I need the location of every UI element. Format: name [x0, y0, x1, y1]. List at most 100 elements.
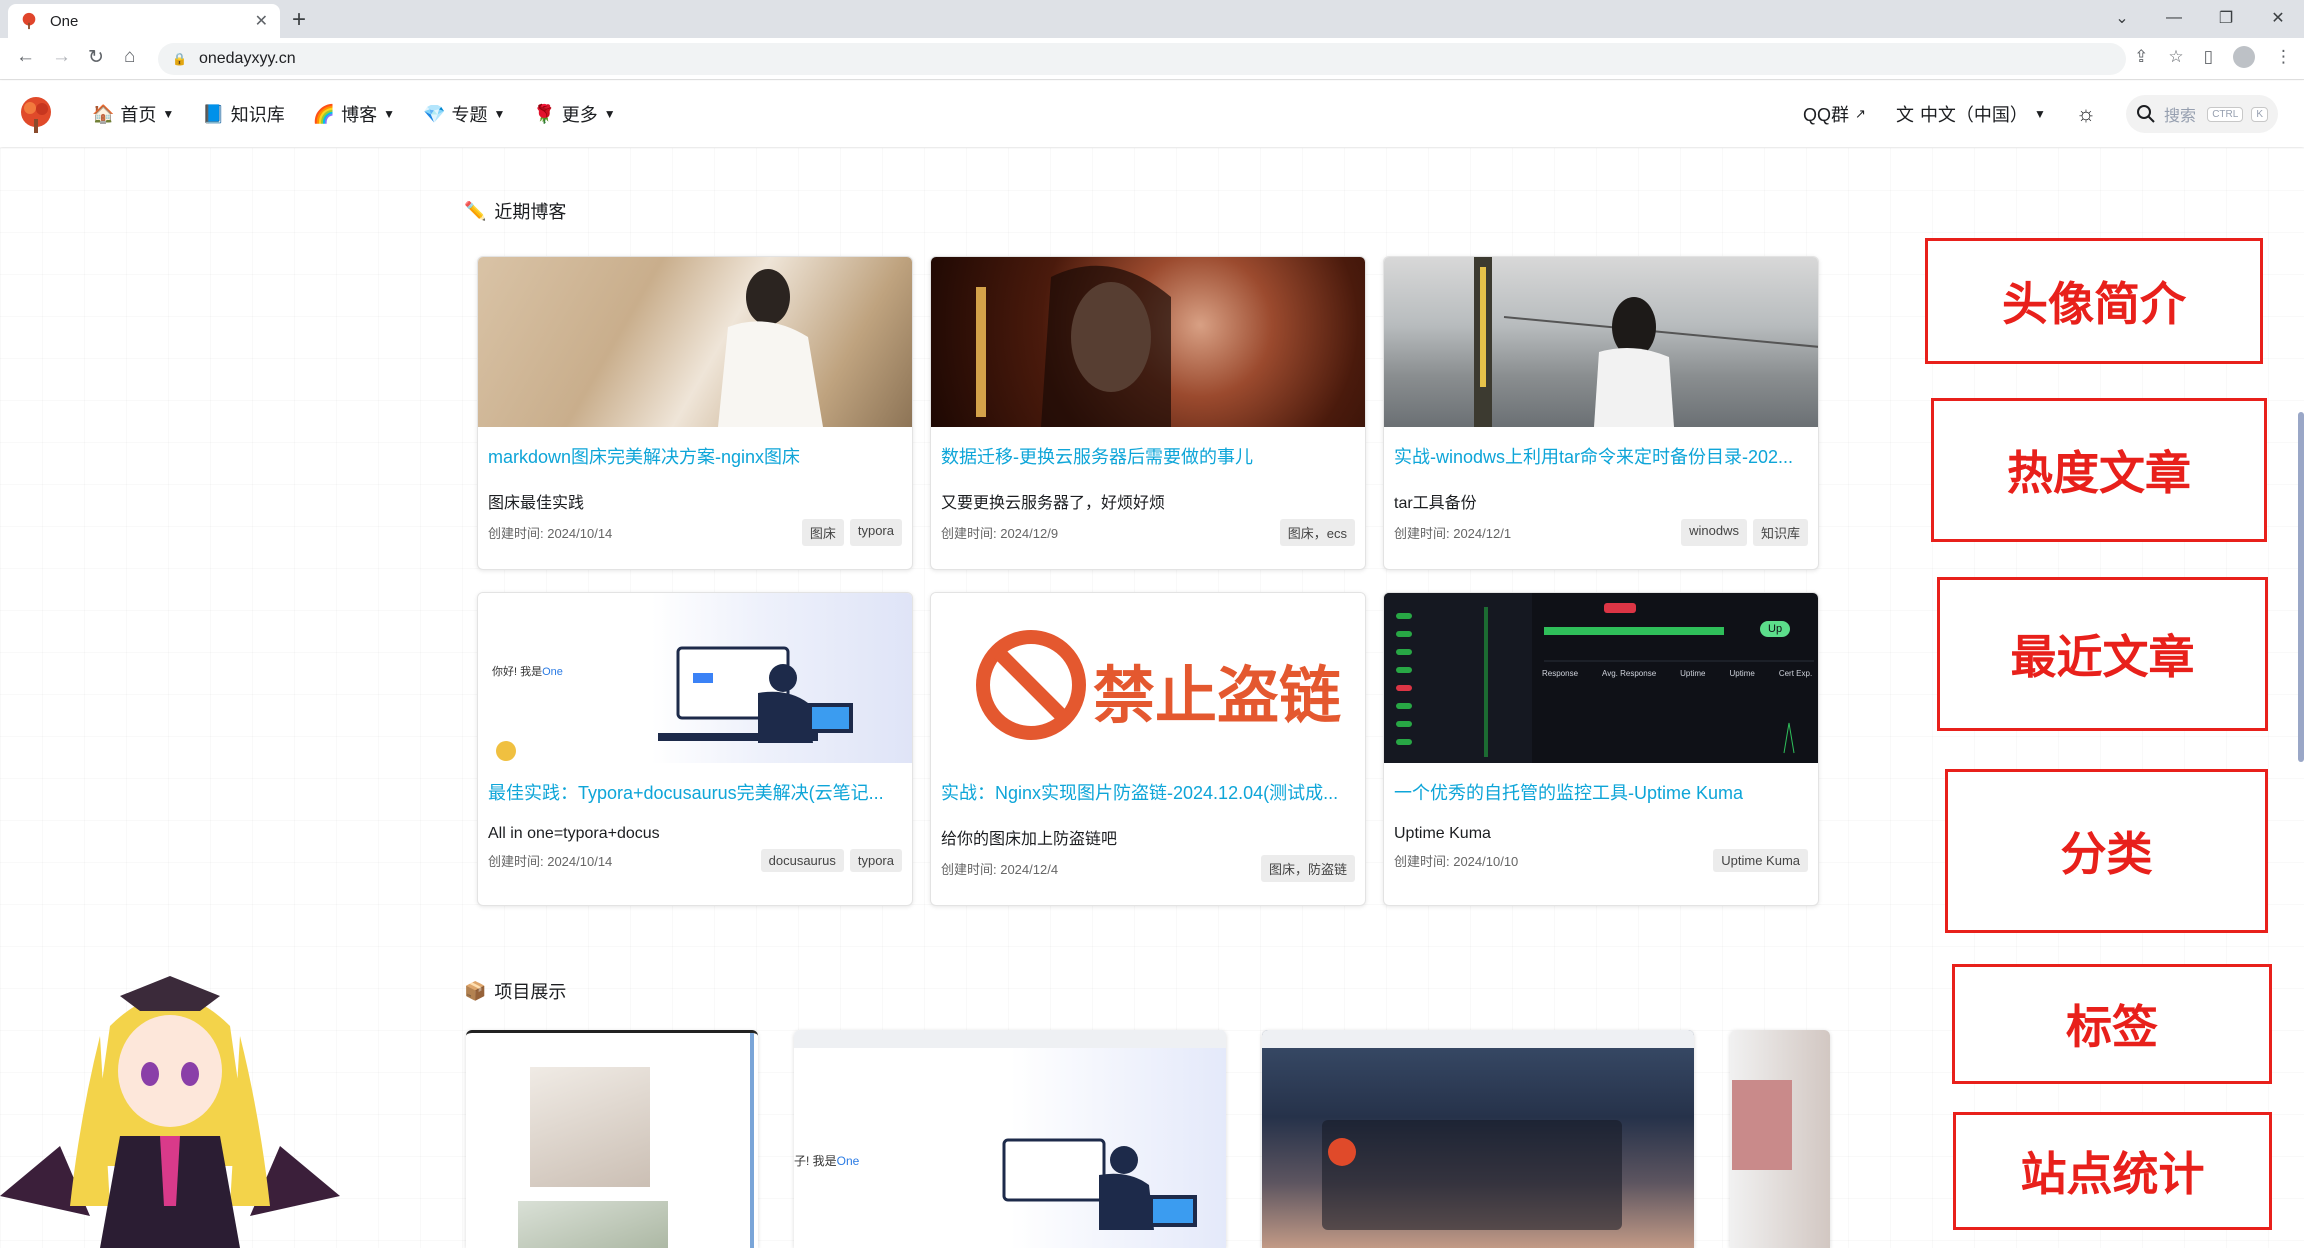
browser-tab[interactable]: One ✕: [8, 4, 280, 38]
gem-icon: 💎: [423, 103, 446, 124]
pencil-icon: ✏️: [464, 200, 487, 221]
tag-badge[interactable]: 图床，防盗链: [1260, 855, 1355, 882]
card-title-link[interactable]: 实战：Nginx实现图片防盗链-2024.12.04(测试成...: [941, 779, 1355, 805]
nav-item-knowledge[interactable]: 📘 知识库: [202, 101, 284, 127]
blog-card[interactable]: markdown图床完美解决方案-nginx图床 图床最佳实践 创建时间: 20…: [477, 256, 913, 570]
card-date: 创建时间: 2024/12/4: [941, 862, 1059, 877]
caret-down-icon: ▼: [493, 107, 506, 121]
card-date: 创建时间: 2024/12/1: [1394, 526, 1512, 541]
project-preview[interactable]: [1262, 1030, 1694, 1248]
theme-toggle-sun-icon[interactable]: ☼: [2076, 101, 2096, 127]
nav-item-home[interactable]: 🏠 首页 ▼: [92, 101, 174, 127]
card-title-link[interactable]: 一个优秀的自托管的监控工具-Uptime Kuma: [1394, 779, 1808, 805]
menu-kebab-icon[interactable]: ⋮: [2275, 47, 2292, 67]
lock-icon[interactable]: 🔒: [172, 52, 187, 66]
annotation-site-stats: 站点统计: [1953, 1112, 2272, 1230]
translate-icon: 文: [1895, 105, 1914, 125]
annotation-tags: 标签: [1952, 964, 2272, 1084]
browser-tabbar: One ✕ + ⌄ — ❐ ✕: [0, 0, 2304, 38]
language-dropdown[interactable]: 文 中文（中国） ▼: [1896, 101, 2046, 127]
nav-item-more[interactable]: 🌹 更多 ▼: [533, 101, 615, 127]
language-label: 中文（中国）: [1919, 105, 2028, 125]
nav-item-label: 专题: [451, 105, 488, 125]
card-title-link[interactable]: 数据迁移-更换云服务器后需要做的事儿: [941, 443, 1355, 469]
section-title-text: 项目展示: [494, 982, 567, 1002]
kbd-ctrl: CTRL: [2207, 106, 2244, 122]
bookmark-star-icon[interactable]: ☆: [2168, 47, 2183, 67]
card-description: 图床最佳实践: [488, 495, 585, 512]
project-photo: [518, 1201, 668, 1248]
site-logo[interactable]: [16, 95, 56, 135]
tag-badge[interactable]: 图床，ecs: [1279, 519, 1355, 546]
caret-down-icon: ▼: [603, 107, 616, 121]
project-photo: [530, 1067, 650, 1187]
tag-badge[interactable]: 图床: [801, 519, 844, 546]
section-title-text: 近期博客: [494, 202, 567, 222]
card-date: 创建时间: 2024/10/14: [488, 854, 613, 869]
caret-down-icon: ▼: [162, 107, 175, 121]
nav-item-label: 博客: [341, 105, 378, 125]
project-preview[interactable]: 子! 我是One: [794, 1030, 1226, 1248]
reload-icon[interactable]: ↻: [88, 46, 104, 69]
mascot-character: [0, 976, 340, 1248]
annotation-avatar-intro: 头像简介: [1925, 238, 2263, 364]
tag-badge[interactable]: typora: [849, 519, 902, 546]
forward-icon[interactable]: →: [52, 46, 71, 68]
recent-blog-heading: ✏️ 近期博客: [464, 198, 566, 224]
nav-item-blog[interactable]: 🌈 博客 ▼: [313, 101, 395, 127]
site-favicon-icon: [22, 12, 36, 30]
monitor-stat-columns: Response Avg. Response Uptime Uptime Cert Ex…: [1542, 669, 1813, 678]
qq-group-link[interactable]: QQ群 ↗: [1803, 101, 1866, 127]
nav-item-topics[interactable]: 💎 专题 ▼: [423, 101, 505, 127]
box-icon: 📦: [464, 980, 487, 1001]
window-controls: ⌄ — ❐ ✕: [2096, 0, 2304, 36]
new-tab-icon[interactable]: +: [292, 6, 306, 34]
page-scrollbar[interactable]: [2298, 412, 2304, 762]
url-text[interactable]: onedayxyy.cn: [199, 50, 296, 68]
restore-icon[interactable]: ❐: [2200, 8, 2252, 28]
annotation-recent-articles: 最近文章: [1937, 577, 2268, 731]
blog-card[interactable]: 禁止盗链 实战：Nginx实现图片防盗链-2024.12.04(测试成... 给…: [930, 592, 1366, 906]
blog-card[interactable]: Up Response Avg. Response Uptime Uptime Cert…: [1383, 592, 1819, 906]
card-title-link[interactable]: 最佳实践：Typora+docusaurus完美解决(云笔记...: [488, 779, 902, 805]
tag-badge[interactable]: typora: [849, 849, 902, 872]
search-icon: [2137, 105, 2155, 123]
search-button[interactable]: 搜索 CTRL K: [2126, 95, 2278, 133]
blog-card[interactable]: 数据迁移-更换云服务器后需要做的事儿 又要更换云服务器了，好烦好烦 创建时间: …: [930, 256, 1366, 570]
card-description: All in one=typora+docus: [488, 825, 660, 842]
url-bar[interactable]: 🔒 onedayxyy.cn: [158, 43, 2126, 75]
back-icon[interactable]: ←: [16, 46, 35, 68]
home-button-icon[interactable]: ⌂: [124, 46, 135, 68]
close-tab-icon[interactable]: ✕: [255, 11, 268, 31]
blog-card[interactable]: 实战-winodws上利用tar命令来定时备份目录-202... tar工具备份…: [1383, 256, 1819, 570]
project-preview[interactable]: [1730, 1030, 1830, 1248]
card-date: 创建时间: 2024/10/14: [488, 526, 613, 541]
card-date: 创建时间: 2024/10/10: [1394, 854, 1519, 869]
card-description: tar工具备份: [1394, 495, 1477, 512]
card-title-link[interactable]: 实战-winodws上利用tar命令来定时备份目录-202...: [1394, 443, 1808, 469]
profile-avatar-icon[interactable]: [2233, 46, 2255, 68]
nav-item-label: 首页: [120, 105, 157, 125]
card-cover-image: [478, 257, 912, 427]
nav-item-label: 知识库: [230, 105, 285, 125]
kbd-k: K: [2251, 106, 2268, 122]
tag-badge[interactable]: 知识库: [1752, 519, 1808, 546]
external-link-icon: ↗: [1855, 106, 1866, 121]
tag-badge[interactable]: Uptime Kuma: [1713, 849, 1808, 872]
tab-search-icon[interactable]: ⌄: [2096, 8, 2148, 28]
blog-card[interactable]: 你好! 我是One 最佳实践：Typora+docusaurus完美解决(云笔记…: [477, 592, 913, 906]
card-cover-image: [1384, 257, 1818, 427]
qq-group-label: QQ群: [1803, 105, 1850, 125]
close-window-icon[interactable]: ✕: [2252, 8, 2304, 28]
nav-right: QQ群 ↗ 文 中文（中国） ▼ ☼ 搜索 CTRL K: [1803, 81, 2278, 147]
minimize-icon[interactable]: —: [2148, 9, 2200, 27]
card-title-link[interactable]: markdown图床完美解决方案-nginx图床: [488, 443, 902, 469]
tag-badge[interactable]: winodws: [1681, 519, 1747, 546]
tag-badge[interactable]: docusaurus: [760, 849, 844, 872]
site-logo: [1328, 1138, 1356, 1166]
address-toolbar: ← → ↻ ⌂ 🔒 onedayxyy.cn ⇪ ☆ ▯ ⋮: [0, 38, 2304, 80]
project-preview[interactable]: [466, 1030, 758, 1248]
card-cover-image: 你好! 我是One: [478, 593, 912, 763]
share-icon[interactable]: ⇪: [2134, 47, 2148, 67]
sidepanel-icon[interactable]: ▯: [2204, 47, 2213, 67]
